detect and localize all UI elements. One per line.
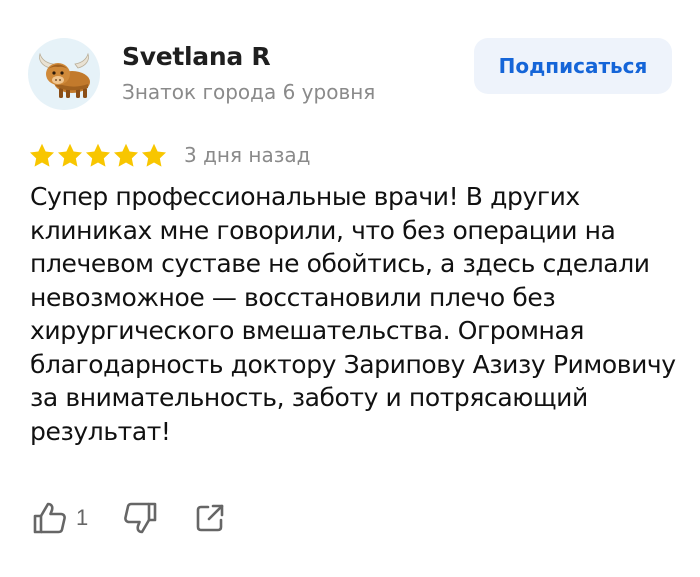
share-button[interactable] [194, 502, 226, 534]
dislike-button[interactable] [122, 501, 158, 535]
star-icon [113, 143, 139, 167]
star-icon [29, 143, 55, 167]
share-icon [196, 504, 224, 532]
author-level: Знаток города 6 уровня [122, 80, 376, 104]
star-icon [57, 143, 83, 167]
star-icon [141, 143, 167, 167]
review-text: Супер профессиональные врачи! В других к… [30, 182, 676, 446]
avatar[interactable] [28, 38, 100, 110]
like-count: 1 [76, 505, 89, 530]
review-date: 3 дня назад [184, 143, 311, 167]
star-icon [85, 143, 111, 167]
thumbs-up-icon [33, 502, 66, 534]
subscribe-button[interactable]: Подписаться [474, 38, 672, 94]
yak-avatar-icon [39, 52, 90, 98]
thumbs-down-icon [124, 502, 157, 534]
star-rating [28, 142, 168, 170]
review-actions: 1 [32, 498, 226, 538]
author-name[interactable]: Svetlana R [122, 42, 271, 71]
like-button[interactable]: 1 [32, 501, 88, 535]
